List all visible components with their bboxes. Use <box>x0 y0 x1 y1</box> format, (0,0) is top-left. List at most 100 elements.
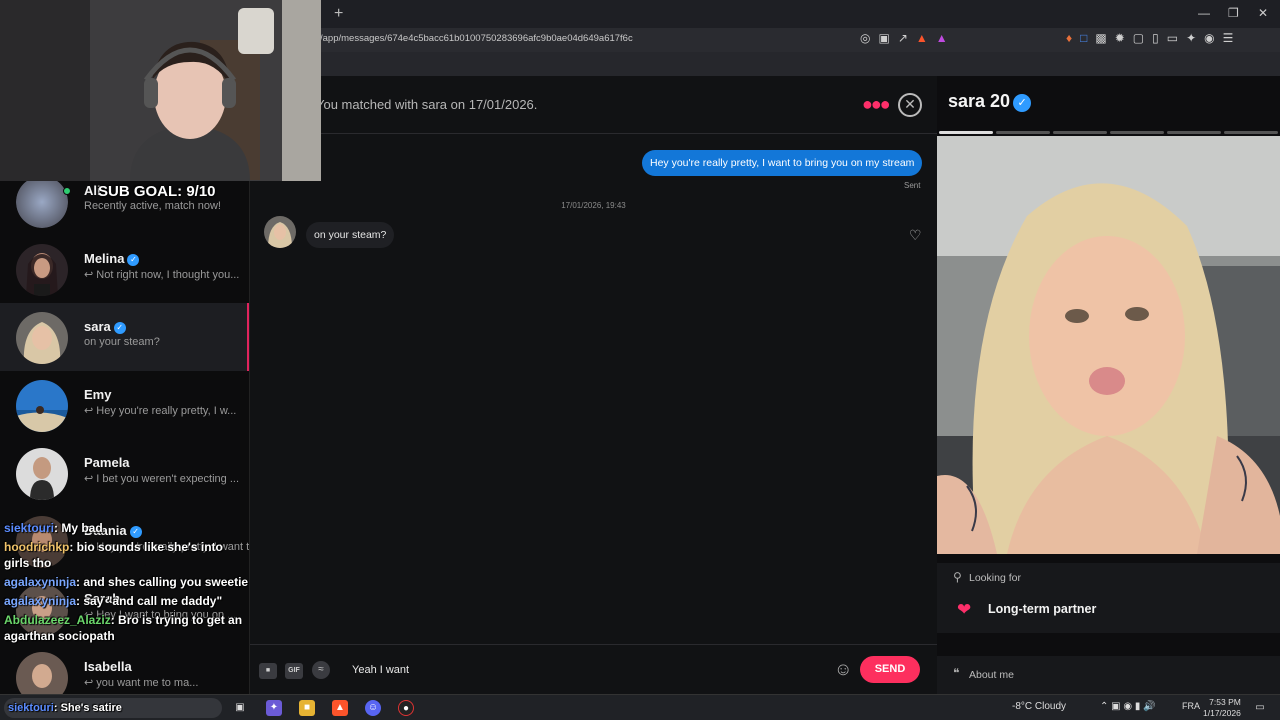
clock-time: 7:53 PM <box>1209 697 1241 707</box>
cast-icon[interactable]: ▣ <box>878 31 889 45</box>
photo-indicator[interactable] <box>1167 131 1221 134</box>
chat-message: Abdulazeez_Alaziz: Bro is trying to get … <box>4 612 250 644</box>
brave-shield-icon[interactable]: ▲ <box>916 31 928 45</box>
conversation-name: sara <box>84 319 111 334</box>
notifications-icon[interactable]: ▭ <box>1252 700 1268 716</box>
menu-icon[interactable]: ☰ <box>1223 31 1234 45</box>
photo-indicator[interactable] <box>1224 131 1278 134</box>
chat-username: siektouri <box>4 521 55 535</box>
chat-message: siektouri: She's satire <box>8 700 122 716</box>
conversation-item-active[interactable]: sara ✓ on your steam? <box>0 303 249 371</box>
weather-widget[interactable]: -8°C Cloudy <box>1012 701 1066 712</box>
conversation-item[interactable]: Melina ✓ ↩ Not right now, I thought you..… <box>0 235 249 303</box>
sub-goal-overlay: SUB GOAL: 9/10 <box>98 183 216 200</box>
message-timestamp: 17/01/2026, 19:43 <box>561 201 626 210</box>
clock-date: 1/17/2026 <box>1203 708 1241 718</box>
message-composer: ■ GIF ≈ ☺ SEND <box>250 644 937 694</box>
photo-indicator[interactable] <box>996 131 1050 134</box>
chat-text: : My bad <box>54 521 103 535</box>
extension-translate-icon[interactable]: □ <box>1080 31 1087 45</box>
close-chat-button[interactable]: ✕ <box>898 93 922 117</box>
stream-chat-overlay: siektouri: My bad hoodrichkp: bio sounds… <box>4 520 250 647</box>
conversation-item[interactable]: Emy ↩ Hey you're really pretty, I w... <box>0 371 249 439</box>
sticker-icon[interactable]: ■ <box>259 663 277 679</box>
conversation-preview: ↩ Hey you're really pretty, I w... <box>84 405 237 417</box>
extensions-puzzle-icon[interactable]: ✹ <box>1115 31 1125 45</box>
conversation-name: Pamela <box>84 455 130 470</box>
input-language[interactable]: FRA <box>1182 701 1200 711</box>
emoji-icon[interactable]: ☺ <box>834 659 852 680</box>
spotify-icon[interactable]: ≈ <box>312 661 330 679</box>
about-section: ❝ About me <box>937 656 1280 694</box>
extension-shield-icon[interactable]: ▩ <box>1095 31 1106 45</box>
chat-username: agalaxyninja <box>4 594 77 608</box>
conversation-preview: ↩ you want me to ma... <box>84 677 199 689</box>
conversation-preview: ↩ I bet you weren't expecting ... <box>84 473 240 485</box>
profile-photo[interactable] <box>937 136 1280 554</box>
verified-badge-icon: ✓ <box>1013 94 1032 112</box>
conversation-preview: Recently active, match now! <box>84 200 221 212</box>
about-label: About me <box>969 669 1014 681</box>
close-window-button[interactable]: ✕ <box>1258 6 1268 20</box>
sender-avatar[interactable] <box>264 216 296 248</box>
brave-browser-icon[interactable]: ▲ <box>332 700 348 716</box>
chat-message: agalaxyninja: and shes calling you sweet… <box>4 574 250 590</box>
task-view-icon[interactable]: ▣ <box>232 700 248 716</box>
location-icon[interactable]: ◎ <box>860 31 870 45</box>
looking-for-value: Long-term partner <box>988 602 1097 616</box>
maximize-button[interactable]: ❐ <box>1228 6 1239 20</box>
profile-name: sara 20 <box>948 91 1011 111</box>
url-text[interactable]: /app/messages/674e4c5bacc61b010075028369… <box>320 33 633 44</box>
avatar <box>16 176 68 228</box>
new-tab-button[interactable]: + <box>334 5 343 23</box>
copilot-icon[interactable]: ✦ <box>266 700 282 716</box>
sent-status-label: Sent <box>904 181 921 190</box>
send-button[interactable]: SEND <box>860 656 920 683</box>
chat-message: siektouri: My bad <box>4 520 250 536</box>
wallet-icon[interactable]: ▭ <box>1167 31 1178 45</box>
file-explorer-icon[interactable]: ■ <box>299 700 315 716</box>
share-icon[interactable]: ↗ <box>898 31 908 45</box>
more-options-icon[interactable]: ●●● <box>862 94 891 115</box>
vpn-icon[interactable]: ◉ <box>1204 31 1214 45</box>
photo-indicator[interactable] <box>1110 131 1164 134</box>
taskbar-clock[interactable]: 7:53 PM 1/17/2026 <box>1203 697 1241 719</box>
extension-fox-icon[interactable]: ♦ <box>1066 31 1072 45</box>
chat-username: Abdulazeez_Alaziz <box>4 613 111 627</box>
quote-icon: ❝ <box>953 666 960 680</box>
photo-indicator[interactable] <box>1053 131 1107 134</box>
chat-header: You matched with sara on 17/01/2026. ●●●… <box>250 76 937 134</box>
verified-badge-icon: ✓ <box>127 254 140 266</box>
rewards-icon[interactable]: ▲ <box>936 31 948 45</box>
chat-message: agalaxyninja: say "and call me daddy" <box>4 593 250 609</box>
chat-text: : say "and call me daddy" <box>76 594 223 608</box>
chat-username: agalaxyninja <box>4 575 77 589</box>
avatar <box>16 312 68 364</box>
chat-panel: You matched with sara on 17/01/2026. ●●●… <box>250 76 937 694</box>
conversation-item[interactable]: Pamela ↩ I bet you weren't expecting ... <box>0 439 249 507</box>
conversation-item[interactable]: Isabella ↩ you want me to ma... <box>0 643 249 694</box>
obs-icon[interactable]: ● <box>398 700 414 716</box>
search-icon: ⚲ <box>953 570 962 584</box>
conversation-preview: ↩ Not right now, I thought you... <box>84 269 240 281</box>
photo-indicator[interactable] <box>939 131 993 134</box>
gif-button[interactable]: GIF <box>285 663 303 679</box>
windows-taskbar: siektouri: She's satire ▣ ✦ ■ ▲ ☺ ● -8°C… <box>0 694 1280 720</box>
like-message-heart-icon[interactable]: ♡ <box>909 227 922 244</box>
extension-box-icon[interactable]: ▢ <box>1133 31 1144 45</box>
conversation-name: Isabella <box>84 659 132 674</box>
message-input[interactable] <box>346 659 816 681</box>
chat-text: : and shes calling you sweetie <box>76 575 249 589</box>
online-status-dot <box>63 187 71 195</box>
outgoing-message-bubble: Hey you're really pretty, I want to brin… <box>642 150 923 176</box>
minimize-button[interactable]: — <box>1198 6 1210 20</box>
chat-username: siektouri <box>8 702 54 714</box>
discord-icon[interactable]: ☺ <box>365 700 381 716</box>
avatar <box>16 244 68 296</box>
leo-ai-icon[interactable]: ✦ <box>1186 31 1196 45</box>
profile-panel: sara 20 ✓ ⚲ Looking for ❤ Long-term part… <box>937 76 1280 694</box>
heart-icon: ❤ <box>957 600 972 619</box>
looking-for-section: ⚲ Looking for ❤ Long-term partner <box>937 563 1280 633</box>
sidebar-toggle-icon[interactable]: ▯ <box>1152 31 1159 45</box>
system-tray-icons[interactable]: ⌃ ▣ ◉ ▮ 🔊 <box>1100 701 1156 712</box>
